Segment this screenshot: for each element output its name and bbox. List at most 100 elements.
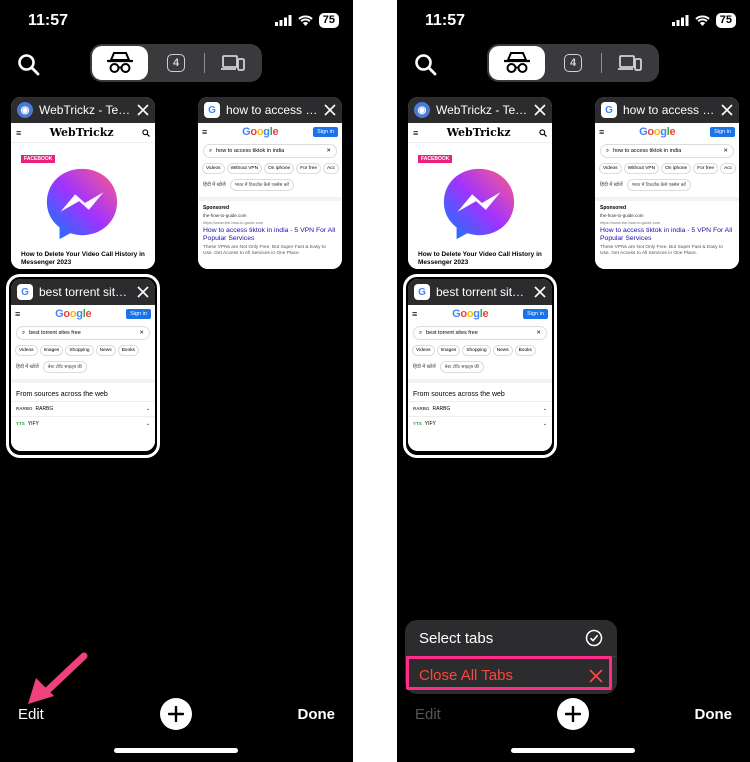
google-logo: Google [639,126,676,138]
tab-title: best torrent site... [436,285,528,299]
source-row: RARBG RARBG ⌄ [11,401,155,416]
google-header: ≡ Google Sign in [595,123,739,141]
tab-card-tiktok-search[interactable]: G how to access t... ≡ Google Sign in ⌕ … [198,97,342,269]
plus-icon [565,706,581,722]
chip: News [492,345,513,356]
select-tabs-item[interactable]: Select tabs [405,620,617,657]
close-icon[interactable] [721,104,733,116]
tab-preview: ≡ Google Sign in ⌕ best torrent sites fr… [11,305,155,451]
close-icon[interactable] [534,286,546,298]
chip: Acc [720,163,736,174]
close-icon[interactable] [324,104,336,116]
new-tab-button[interactable] [160,698,192,730]
edit-button[interactable]: Edit [18,706,44,723]
search-icon[interactable] [16,52,42,78]
clear-icon: ✕ [536,330,541,336]
google-header: ≡ Google Sign in [408,305,552,323]
webtrickz-header: ≡ WebTrickz [408,123,552,143]
private-tabs-segment[interactable] [92,46,148,80]
tab-group-switcher: 4 [487,44,659,82]
hindi-search-row: हिंदी में खोजें भारत में टिकटॉक कैसे एक्… [198,176,342,194]
chip: On iphone [661,163,692,174]
new-tab-button[interactable] [557,698,589,730]
chip: Videos [412,345,435,356]
ad-description: These VPNs are Not Only Free, But Super … [600,245,723,256]
search-query: how to access tiktok in india [216,148,285,154]
chip: For free [693,163,718,174]
devices-segment[interactable] [602,46,658,80]
tab-header: G how to access t... [595,97,739,123]
tab-title: WebTrickz - Tec... [39,103,131,117]
tab-header: G best torrent site... [11,279,155,305]
cellular-signal-icon [274,15,292,26]
chip: Books [117,345,139,356]
chip: News [95,345,116,356]
article-headline: How to Delete Your Video Call History in… [21,251,145,266]
divider [595,197,739,201]
chip: On iphone [264,163,295,174]
messenger-logo-icon [46,168,118,240]
ad-link: How to access tiktok in india - 5 VPN Fo… [203,227,336,242]
edit-button[interactable]: Edit [415,706,441,723]
tab-group-switcher: 4 [90,44,262,82]
sign-in-button: Sign in [313,127,338,137]
webtrickz-header: ≡ WebTrickz [11,123,155,143]
tab-preview: ≡ Google Sign in ⌕ best torrent sites fr… [408,305,552,451]
normal-tabs-segment[interactable]: 4 [545,46,601,80]
pointer-arrow-icon [28,652,88,704]
tab-count: 4 [167,54,185,72]
search-icon: ⌕ [606,147,610,154]
close-icon[interactable] [137,286,149,298]
tab-preview: ≡ Google Sign in ⌕ how to access tiktok … [595,123,739,269]
done-button[interactable]: Done [298,706,336,723]
hindi-search-row: हिंदी में खोजें बेस्ट टोरेंट साइट्स फ्री [408,358,552,376]
sign-in-button: Sign in [523,309,548,319]
globe-icon: ◉ [17,102,33,118]
menu-icon: ≡ [412,309,418,319]
normal-tabs-segment[interactable]: 4 [148,46,204,80]
tab-header: G best torrent site... [408,279,552,305]
hindi-search-row: हिंदी में खोजें भारत में टिकटॉक कैसे एक्… [595,176,739,194]
close-icon[interactable] [534,104,546,116]
private-tabs-segment[interactable] [489,46,545,80]
tab-card-webtrickz[interactable]: ◉ WebTrickz - Tec... ≡ WebTrickz FACEBOO… [408,97,552,269]
plus-icon [168,706,184,722]
sources-title: From sources across the web [16,391,108,398]
search-query: best torrent sites free [426,330,478,336]
tab-card-webtrickz[interactable]: ◉ WebTrickz - Tec... ≡ WebTrickz FACEBOO… [11,97,155,269]
left-screenshot: 11:57 75 4 ◉ WebTrickz - Tec... ≡ WebTri… [0,0,353,762]
ad-url: https://www.the-how-to-guide.com [600,220,661,225]
tab-title: best torrent site... [39,285,131,299]
search-query: best torrent sites free [29,330,81,336]
devices-segment[interactable] [205,46,261,80]
tab-card-tiktok-search[interactable]: G how to access t... ≡ Google Sign in ⌕ … [595,97,739,269]
google-header: ≡ Google Sign in [198,123,342,141]
google-g-icon: G [414,284,430,300]
google-search-box: ⌕ best torrent sites free ✕ [16,326,150,340]
clear-icon: ✕ [139,330,144,336]
done-button[interactable]: Done [695,706,733,723]
search-icon [539,128,547,137]
hindi-search-row: हिंदी में खोजें बेस्ट टोरेंट साइट्स फ्री [11,358,155,376]
google-search-box: ⌕ how to access tiktok in india ✕ [600,144,734,158]
sign-in-button: Sign in [126,309,151,319]
close-icon[interactable] [137,104,149,116]
tab-card-torrent-search[interactable]: G best torrent site... ≡ Google Sign in … [408,279,552,451]
tab-card-torrent-search[interactable]: G best torrent site... ≡ Google Sign in … [11,279,155,451]
home-indicator [511,748,635,753]
chip: Images [39,345,64,356]
webtrickz-logo: WebTrickz [446,126,511,139]
search-icon: ⌕ [209,147,213,154]
tab-header: ◉ WebTrickz - Tec... [408,97,552,123]
incognito-icon [107,52,133,73]
google-search-box: ⌕ best torrent sites free ✕ [413,326,547,340]
chip: For free [296,163,321,174]
tab-preview: ≡ WebTrickz FACEBOOK How to Delete Your … [11,123,155,269]
search-icon[interactable] [413,52,439,78]
filter-chips: Videos Images Shopping News Books [408,343,552,358]
ad-site: the-how-to-guide.com [203,213,247,218]
search-icon: ⌕ [22,329,26,336]
status-icons: 75 [274,13,339,28]
globe-icon: ◉ [414,102,430,118]
right-screenshot: 11:57 75 4 ◉ WebTrickz - Tec... ≡ WebTri… [397,0,750,762]
